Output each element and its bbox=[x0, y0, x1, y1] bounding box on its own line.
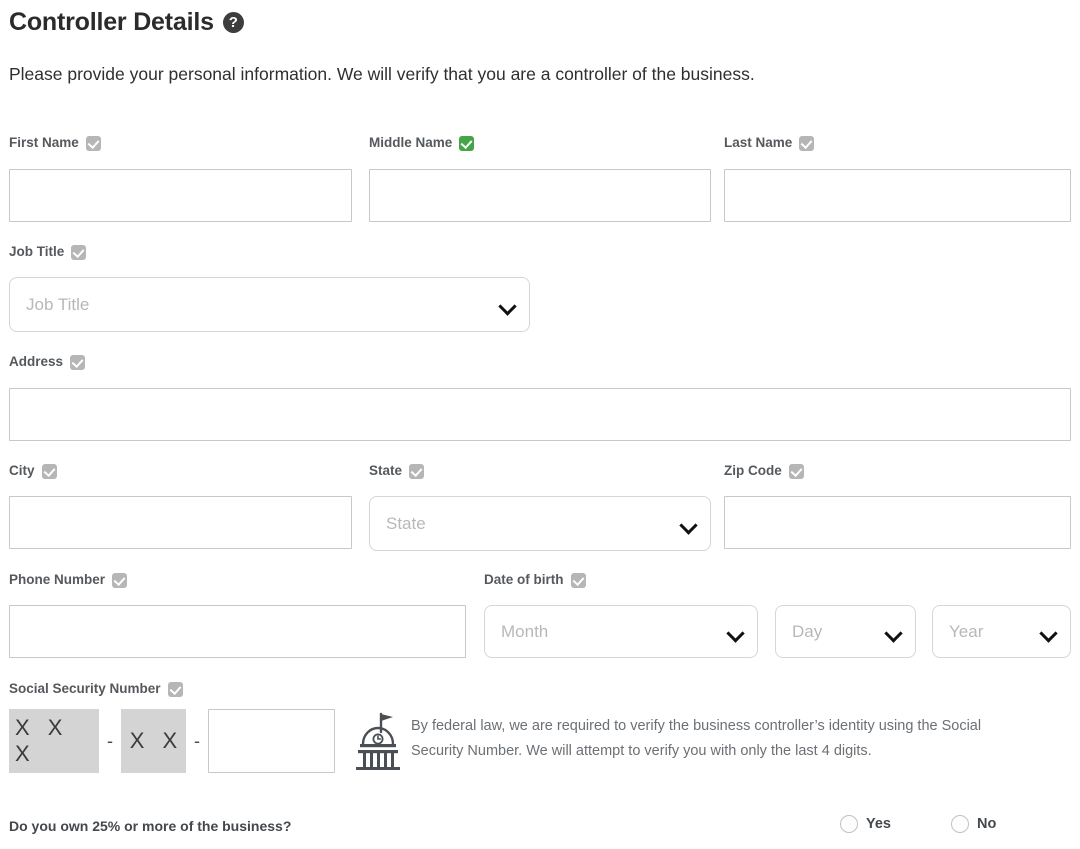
dob-year-value: Year bbox=[949, 623, 983, 640]
dob-month-select[interactable]: Month bbox=[484, 605, 758, 658]
ownership-option-yes-label: Yes bbox=[866, 816, 891, 832]
capitol-building-icon bbox=[355, 710, 401, 772]
label-last-name: Last Name bbox=[724, 135, 814, 151]
label-first-name: First Name bbox=[9, 135, 101, 151]
ssn-last-four-input[interactable] bbox=[208, 709, 335, 773]
state-check-icon bbox=[409, 464, 424, 479]
radio-no-icon[interactable] bbox=[951, 815, 969, 833]
label-last-name-text: Last Name bbox=[724, 135, 792, 151]
address-input[interactable] bbox=[9, 388, 1071, 441]
ssn-separator-1: - bbox=[99, 731, 121, 752]
label-zip-code: Zip Code bbox=[724, 463, 804, 479]
dob-day-value: Day bbox=[792, 623, 822, 640]
label-address-text: Address bbox=[9, 354, 63, 370]
ssn-entry-row: X X X - X X - bbox=[9, 709, 401, 773]
address-check-icon bbox=[70, 355, 85, 370]
page-subtitle: Please provide your personal information… bbox=[9, 62, 755, 86]
label-middle-name-text: Middle Name bbox=[369, 135, 452, 151]
label-city: City bbox=[9, 463, 57, 479]
zip-code-input[interactable] bbox=[724, 496, 1071, 549]
dob-year-select[interactable]: Year bbox=[932, 605, 1071, 658]
ssn-mask-part1: X X X bbox=[9, 709, 99, 773]
dob-month-value: Month bbox=[501, 623, 548, 640]
job-title-check-icon bbox=[71, 245, 86, 260]
ownership-option-yes[interactable]: Yes bbox=[840, 815, 891, 833]
first-name-check-icon bbox=[86, 136, 101, 151]
chevron-down-icon bbox=[680, 519, 696, 529]
ssn-mask-part2: X X bbox=[121, 709, 186, 773]
city-check-icon bbox=[42, 464, 57, 479]
job-title-select-value: Job Title bbox=[26, 296, 89, 313]
chevron-down-icon bbox=[499, 300, 515, 310]
label-job-title: Job Title bbox=[9, 244, 86, 260]
ssn-separator-2: - bbox=[186, 731, 208, 752]
zip-code-check-icon bbox=[789, 464, 804, 479]
job-title-select[interactable]: Job Title bbox=[9, 277, 530, 332]
label-city-text: City bbox=[9, 463, 35, 479]
date-of-birth-check-icon bbox=[571, 573, 586, 588]
label-date-of-birth: Date of birth bbox=[484, 572, 586, 588]
ownership-question: Do you own 25% or more of the business? bbox=[9, 818, 291, 834]
state-select-value: State bbox=[386, 515, 426, 532]
dob-day-select[interactable]: Day bbox=[775, 605, 916, 658]
page-title-text: Controller Details bbox=[9, 6, 214, 38]
label-phone-number: Phone Number bbox=[9, 572, 127, 588]
last-name-input[interactable] bbox=[724, 169, 1071, 222]
label-phone-number-text: Phone Number bbox=[9, 572, 105, 588]
label-state-text: State bbox=[369, 463, 402, 479]
label-job-title-text: Job Title bbox=[9, 244, 64, 260]
middle-name-check-icon bbox=[459, 136, 474, 151]
state-select[interactable]: State bbox=[369, 496, 711, 551]
last-name-check-icon bbox=[799, 136, 814, 151]
chevron-down-icon bbox=[885, 627, 901, 637]
label-first-name-text: First Name bbox=[9, 135, 79, 151]
label-social-security-number: Social Security Number bbox=[9, 681, 183, 697]
chevron-down-icon bbox=[1040, 627, 1056, 637]
label-state: State bbox=[369, 463, 424, 479]
chevron-down-icon bbox=[727, 627, 743, 637]
controller-details-form: Controller Details ? Please provide your… bbox=[0, 0, 1080, 849]
label-zip-code-text: Zip Code bbox=[724, 463, 782, 479]
label-social-security-number-text: Social Security Number bbox=[9, 681, 161, 697]
city-input[interactable] bbox=[9, 496, 352, 549]
label-middle-name: Middle Name bbox=[369, 135, 474, 151]
first-name-input[interactable] bbox=[9, 169, 352, 222]
label-date-of-birth-text: Date of birth bbox=[484, 572, 564, 588]
ownership-option-no-label: No bbox=[977, 816, 996, 832]
help-circle-icon[interactable]: ? bbox=[223, 12, 244, 33]
ssn-legal-note: By federal law, we are required to verif… bbox=[411, 714, 1036, 764]
phone-number-check-icon bbox=[112, 573, 127, 588]
radio-yes-icon[interactable] bbox=[840, 815, 858, 833]
middle-name-input[interactable] bbox=[369, 169, 711, 222]
label-address: Address bbox=[9, 354, 85, 370]
phone-number-input[interactable] bbox=[9, 605, 466, 658]
page-title: Controller Details ? bbox=[9, 6, 244, 38]
ownership-option-no[interactable]: No bbox=[951, 815, 996, 833]
ssn-check-icon bbox=[168, 682, 183, 697]
